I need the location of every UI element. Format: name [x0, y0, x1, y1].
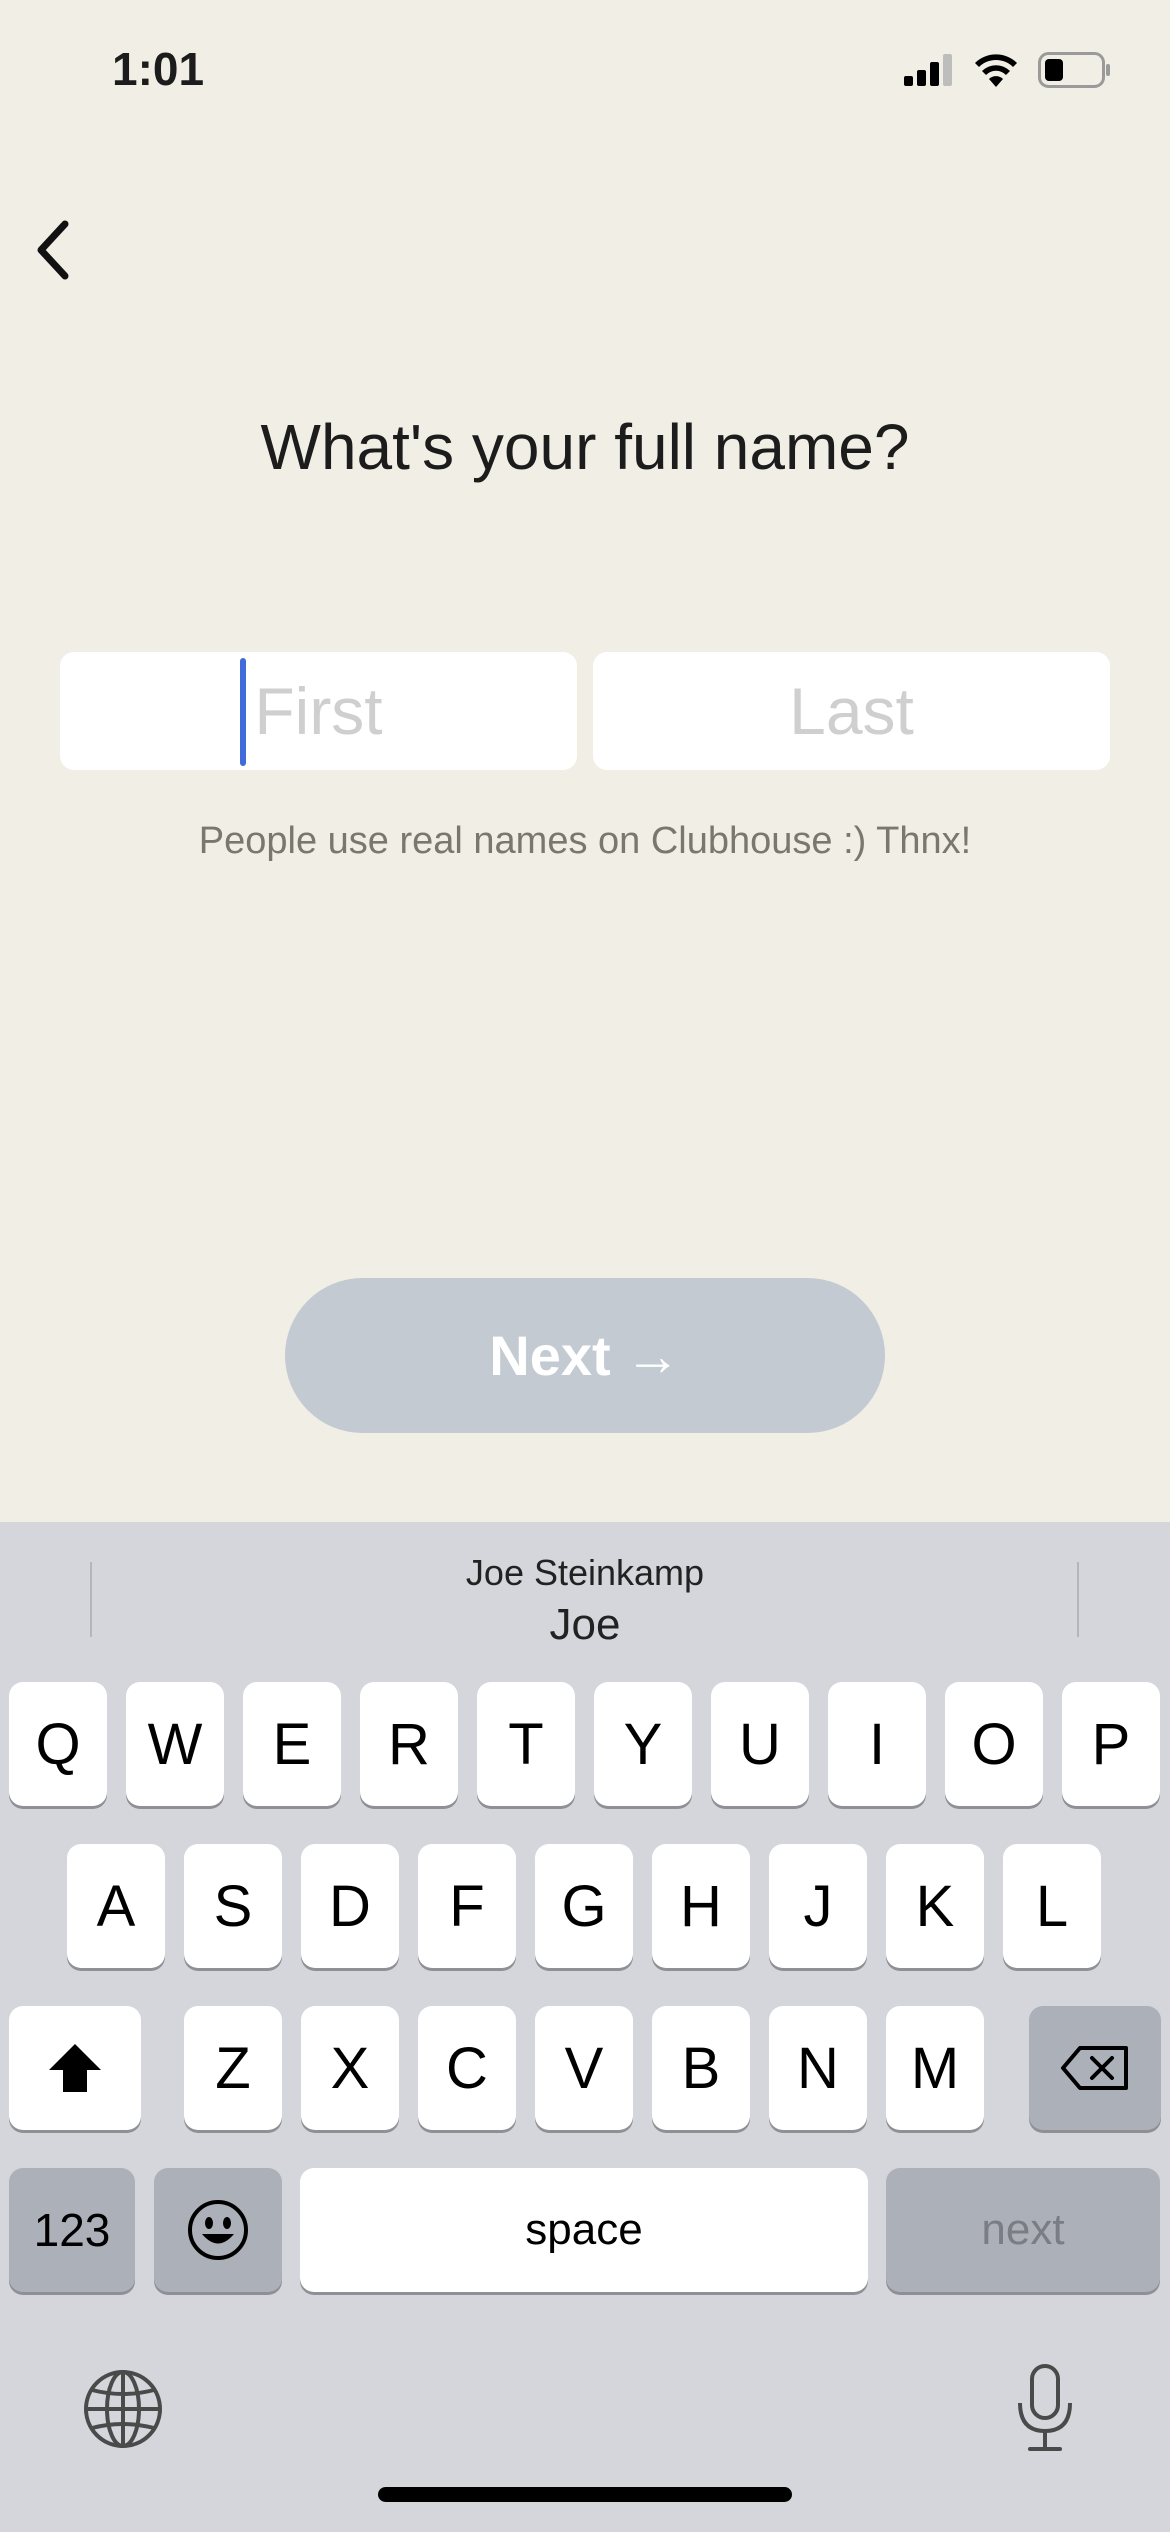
next-button[interactable]: Next → — [285, 1278, 885, 1433]
key-a[interactable]: A — [67, 1844, 165, 1968]
key-n[interactable]: N — [769, 2006, 867, 2130]
back-button[interactable] — [18, 215, 88, 285]
numbers-key[interactable]: 123 — [9, 2168, 135, 2292]
key-r[interactable]: R — [360, 1682, 458, 1806]
dictation-button[interactable] — [1000, 2360, 1090, 2456]
key-z[interactable]: Z — [184, 2006, 282, 2130]
key-l[interactable]: L — [1003, 1844, 1101, 1968]
globe-icon — [84, 2370, 162, 2448]
key-w[interactable]: W — [126, 1682, 224, 1806]
status-icons — [904, 52, 1112, 88]
text-caret — [240, 658, 246, 766]
key-o[interactable]: O — [945, 1682, 1043, 1806]
name-hint: People use real names on Clubhouse :) Th… — [198, 820, 972, 862]
globe-button[interactable] — [78, 2364, 168, 2454]
key-c[interactable]: C — [418, 2006, 516, 2130]
battery-icon — [1038, 52, 1110, 88]
key-b[interactable]: B — [652, 2006, 750, 2130]
key-m[interactable]: M — [886, 2006, 984, 2130]
key-g[interactable]: G — [535, 1844, 633, 1968]
shift-icon — [49, 2044, 101, 2092]
arrow-right-icon: → — [624, 1324, 681, 1387]
key-s[interactable]: S — [184, 1844, 282, 1968]
key-d[interactable]: D — [301, 1844, 399, 1968]
suggestion-first-name[interactable]: Joe — [0, 1600, 1170, 1650]
wifi-icon — [975, 54, 1017, 87]
space-key[interactable]: space — [300, 2168, 868, 2292]
key-y[interactable]: Y — [594, 1682, 692, 1806]
home-indicator — [378, 2487, 792, 2502]
next-button-label: Next — [489, 1324, 611, 1387]
signal-icon — [904, 54, 952, 86]
shift-key[interactable] — [9, 2006, 141, 2130]
key-q[interactable]: Q — [9, 1682, 107, 1806]
microphone-icon — [1018, 2364, 1072, 2451]
first-name-input[interactable] — [60, 672, 577, 750]
key-v[interactable]: V — [535, 2006, 633, 2130]
key-e[interactable]: E — [243, 1682, 341, 1806]
next-key[interactable]: next — [886, 2168, 1160, 2292]
key-x[interactable]: X — [301, 2006, 399, 2130]
last-name-input[interactable] — [593, 672, 1110, 750]
key-p[interactable]: P — [1062, 1682, 1160, 1806]
key-i[interactable]: I — [828, 1682, 926, 1806]
status-time: 1:01 — [112, 43, 205, 95]
suggestion-bar: Joe Steinkamp Joe — [0, 1522, 1170, 1672]
last-name-field[interactable] — [593, 652, 1110, 770]
chevron-left-icon — [37, 220, 69, 280]
delete-key[interactable] — [1029, 2006, 1161, 2130]
key-j[interactable]: J — [769, 1844, 867, 1968]
backspace-icon — [1061, 2046, 1128, 2090]
key-f[interactable]: F — [418, 1844, 516, 1968]
emoji-icon — [188, 2200, 248, 2260]
suggestion-full-name[interactable]: Joe Steinkamp — [0, 1552, 1170, 1594]
key-k[interactable]: K — [886, 1844, 984, 1968]
key-h[interactable]: H — [652, 1844, 750, 1968]
page-title: What's your full name? — [260, 411, 910, 483]
first-name-field[interactable] — [60, 652, 577, 770]
status-bar: 1:01 — [0, 0, 1170, 150]
key-t[interactable]: T — [477, 1682, 575, 1806]
keyboard: Joe Steinkamp Joe Q W E R T Y U I O P A … — [0, 1522, 1170, 2532]
key-u[interactable]: U — [711, 1682, 809, 1806]
emoji-key[interactable] — [154, 2168, 282, 2292]
